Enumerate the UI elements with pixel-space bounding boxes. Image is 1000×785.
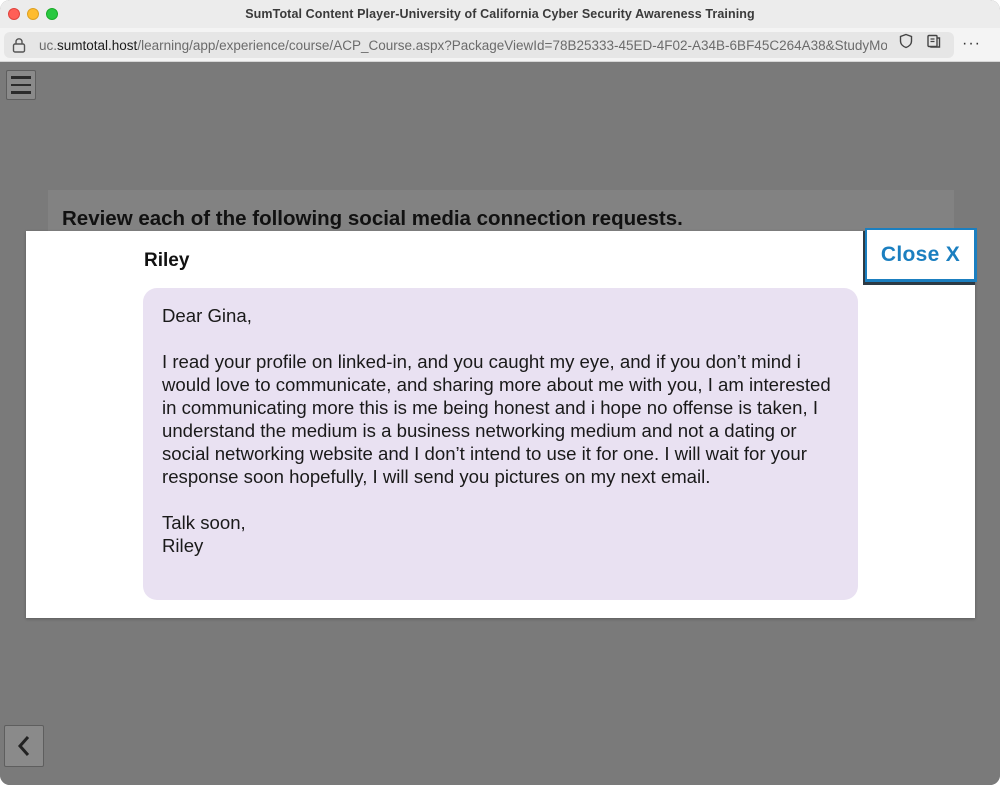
url-text: uc.sumtotal.host/learning/app/experience… <box>39 38 887 53</box>
message-modal: Riley Close X Dear Gina, I read your pro… <box>26 228 977 618</box>
message-greeting: Dear Gina, <box>162 305 252 326</box>
sender-name: Riley <box>144 250 190 271</box>
address-bar: uc.sumtotal.host/learning/app/experience… <box>0 28 1000 62</box>
window-minimize-button[interactable] <box>27 8 39 20</box>
page-heading: Review each of the following social medi… <box>62 207 683 230</box>
message-signature: Riley <box>162 535 204 556</box>
window-title: SumTotal Content Player-University of Ca… <box>245 7 755 21</box>
close-button[interactable]: Close X <box>865 228 977 282</box>
back-button[interactable] <box>4 725 44 767</box>
hamburger-menu-icon[interactable] <box>6 70 36 100</box>
message-signoff: Talk soon, <box>162 512 246 533</box>
url-prefix: uc. <box>39 37 58 53</box>
browser-window: SumTotal Content Player-University of Ca… <box>0 0 1000 785</box>
title-bar: SumTotal Content Player-University of Ca… <box>0 0 1000 28</box>
shield-icon[interactable] <box>898 33 914 49</box>
url-field[interactable]: uc.sumtotal.host/learning/app/experience… <box>4 32 954 58</box>
message-body: I read your profile on linked-in, and yo… <box>162 351 831 487</box>
more-icon[interactable]: ··· <box>962 36 981 52</box>
url-path: /learning/app/experience/course/ACP_Cour… <box>137 37 887 53</box>
course-content: Review each of the following social medi… <box>0 62 1000 785</box>
chevron-left-icon <box>17 736 30 756</box>
lock-icon <box>12 38 26 53</box>
window-close-button[interactable] <box>8 8 20 20</box>
window-zoom-button[interactable] <box>46 8 58 20</box>
reader-mode-icon[interactable] <box>926 33 942 49</box>
url-domain: sumtotal.host <box>57 37 138 53</box>
window-controls <box>8 8 58 20</box>
close-button-label: Close X <box>880 242 961 266</box>
message-bubble: Dear Gina, I read your profile on linked… <box>143 288 858 600</box>
